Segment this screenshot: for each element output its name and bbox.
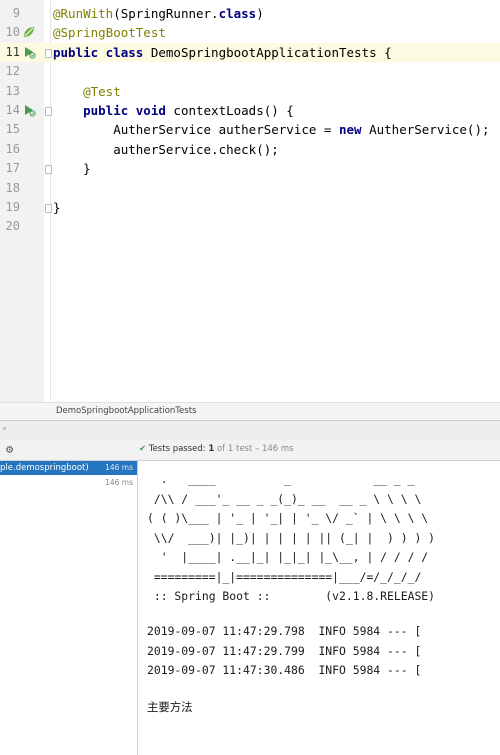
- spring-bean-icon[interactable]: [22, 25, 36, 39]
- check-icon: ✔: [139, 444, 147, 454]
- run-tool-window-header: ⌄: [0, 420, 500, 441]
- code-line[interactable]: 20: [0, 217, 500, 236]
- total-count: of 1 test: [216, 444, 253, 454]
- console-line: . ____ _ __ _ _: [147, 472, 415, 486]
- line-number: 16: [5, 141, 20, 156]
- console-line: /\\ / ___'_ __ _ _(_)_ __ __ _ \ \ \ \: [147, 491, 422, 506]
- code-text: }: [53, 161, 91, 177]
- code-line[interactable]: 12: [0, 62, 500, 81]
- code-line[interactable]: 15 AutherService autherService = new Aut…: [0, 120, 500, 139]
- test-tree-item-time: 146 ms: [105, 478, 133, 487]
- line-number: 15: [5, 122, 20, 137]
- breadcrumb-bar: DemoSpringbootApplicationTests: [0, 402, 500, 421]
- fold-icon[interactable]: [45, 165, 52, 175]
- line-number: 13: [5, 83, 20, 98]
- console-line: \\/ ___)| |_)| | | | | || (_| | ) ) ) ): [147, 530, 436, 545]
- code-text: @Test: [53, 83, 121, 99]
- test-tree-item-label: ple.demospringboot): [0, 463, 89, 473]
- code-line[interactable]: 11 public class DemoSpringbootApplication…: [0, 42, 500, 62]
- code-line[interactable]: 18: [0, 179, 500, 198]
- test-tree: ple.demospringboot) 146 ms 146 ms: [0, 461, 138, 755]
- console-line: 2019-09-07 11:47:30.486 INFO 5984 --- [: [147, 663, 422, 677]
- code-line[interactable]: 14 public void contextLoads() {: [0, 101, 500, 120]
- run-test-icon[interactable]: [22, 103, 36, 117]
- test-toolbar: ⚙ ✔ Tests passed: 1 of 1 test – 146 ms: [0, 440, 500, 461]
- console-line: ' |____| .__|_| |_|_| |_\__, | / / / /: [147, 550, 429, 564]
- console-line: ( ( )\___ | '_ | '_| | '_ \/ _` | \ \ \ …: [147, 511, 429, 525]
- code-text: @RunWith(SpringRunner.class): [53, 6, 264, 21]
- console-output[interactable]: . ____ _ __ _ _ /\\ / ___'_ __ _ _(_)_ _…: [138, 461, 500, 755]
- console-line: 主要方法: [147, 700, 193, 714]
- code-text: AutherService autherService = new Auther…: [53, 122, 490, 138]
- fold-icon[interactable]: [45, 107, 52, 116]
- line-number: 11: [5, 44, 20, 59]
- code-editor[interactable]: 9 @RunWith(SpringRunner.class) 10 @SpringBo…: [0, 0, 500, 402]
- fold-icon[interactable]: [45, 48, 52, 58]
- line-number: 12: [5, 64, 20, 79]
- console-line: 2019-09-07 11:47:29.799 INFO 5984 --- [: [147, 643, 422, 658]
- line-number: 9: [12, 6, 20, 20]
- run-test-icon[interactable]: [22, 45, 36, 59]
- code-line[interactable]: 9 @RunWith(SpringRunner.class): [0, 4, 500, 23]
- code-line[interactable]: 13 @Test: [0, 82, 500, 101]
- line-number: 19: [5, 200, 20, 214]
- gear-icon[interactable]: ⚙: [6, 442, 13, 456]
- line-number: 18: [5, 180, 20, 195]
- code-text: autherService.check();: [53, 141, 279, 157]
- console-line: :: Spring Boot :: (v2.1.8.RELEASE): [147, 589, 436, 603]
- breadcrumb[interactable]: DemoSpringbootApplicationTests: [56, 406, 196, 416]
- code-text: public void contextLoads() {: [53, 103, 294, 118]
- test-status: ✔ Tests passed: 1 of 1 test – 146 ms: [139, 444, 294, 454]
- console-line: =========|_|==============|___/=/_/_/_/: [147, 569, 422, 584]
- line-number: 20: [5, 219, 20, 234]
- pin-icon[interactable]: ⌄: [2, 422, 7, 431]
- code-line[interactable]: 19}: [0, 198, 500, 217]
- test-tree-item[interactable]: 146 ms: [0, 476, 137, 490]
- line-number: 10: [5, 25, 20, 40]
- fold-icon[interactable]: [45, 204, 52, 213]
- code-text: public class DemoSpringbootApplicationTe…: [53, 44, 392, 60]
- code-line[interactable]: 10 @SpringBootTest: [0, 23, 500, 42]
- code-text: }: [53, 200, 61, 215]
- status-prefix: Tests passed:: [148, 444, 206, 454]
- console-line: 2019-09-07 11:47:29.798 INFO 5984 --- [: [147, 624, 422, 638]
- line-number: 14: [5, 103, 20, 117]
- duration: – 146 ms: [255, 444, 294, 454]
- code-line[interactable]: 17 }: [0, 159, 500, 178]
- code-text: @SpringBootTest: [53, 25, 166, 41]
- line-number: 17: [5, 161, 20, 176]
- test-tree-item[interactable]: ple.demospringboot) 146 ms: [0, 461, 137, 475]
- test-tree-item-time: 146 ms: [105, 463, 133, 472]
- code-line[interactable]: 16 autherService.check();: [0, 140, 500, 159]
- passed-count: 1: [208, 444, 215, 454]
